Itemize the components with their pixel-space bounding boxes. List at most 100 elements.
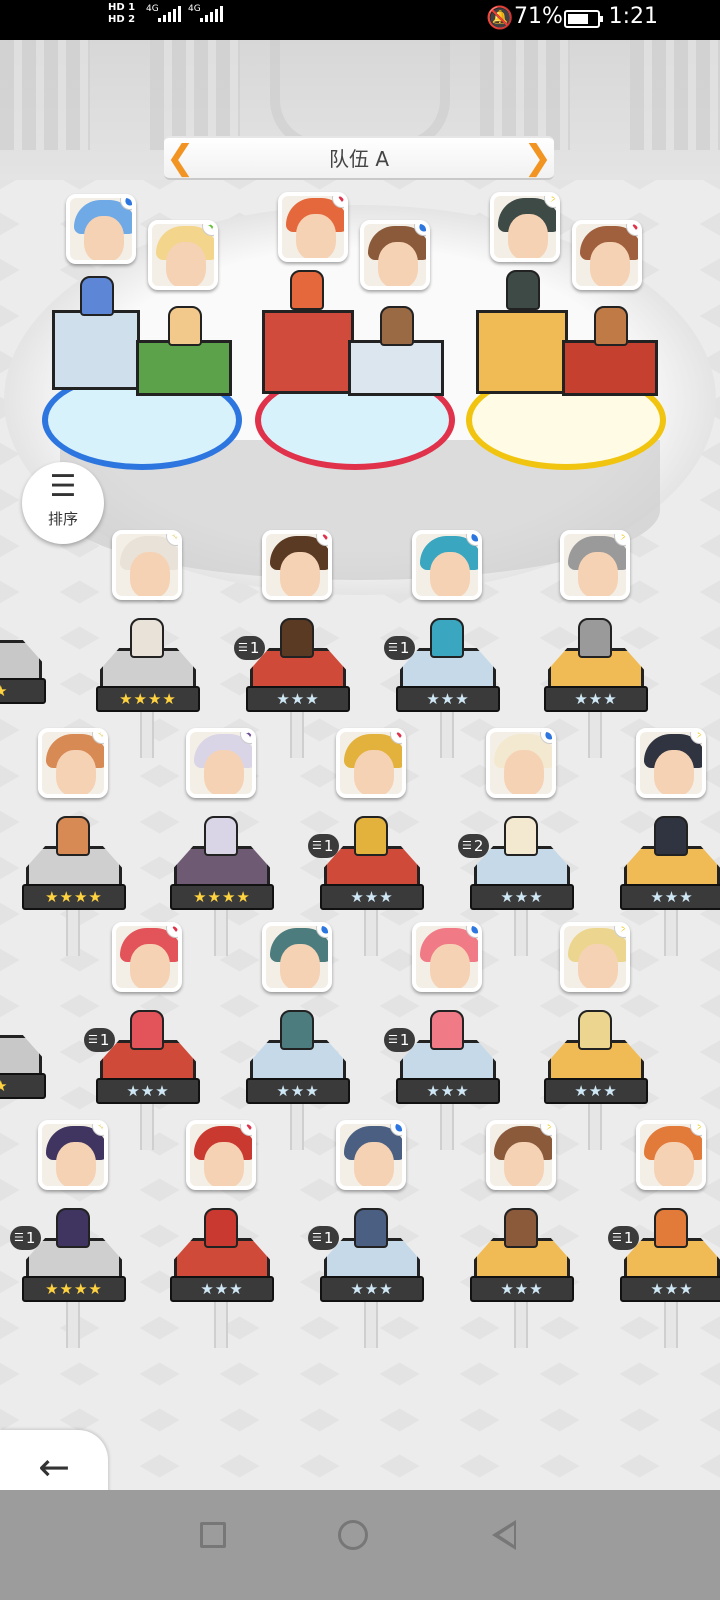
team-block-1[interactable]: [52, 310, 140, 390]
character-pedestal[interactable]: ★★★★: [22, 1208, 126, 1348]
pedestal-pole: [440, 1104, 454, 1150]
character-portrait[interactable]: ⚡: [560, 530, 630, 600]
pedestal-pole: [140, 712, 154, 758]
character-pedestal[interactable]: ★★★: [396, 1010, 500, 1150]
pedestal-pole: [664, 910, 678, 956]
character-portrait[interactable]: ✧: [38, 728, 108, 798]
team-member-portrait-4[interactable]: ●: [360, 220, 430, 290]
character-portrait[interactable]: ♦: [336, 728, 406, 798]
character-pedestal[interactable]: ★★★: [544, 1010, 648, 1150]
character-pedestal[interactable]: ★★★★: [22, 816, 126, 956]
character-sprite: [654, 816, 688, 856]
portrait-face: [204, 750, 244, 794]
character-portrait[interactable]: ✧: [112, 530, 182, 600]
chevron-left-icon[interactable]: ❮: [166, 140, 195, 176]
character-portrait[interactable]: ●: [486, 728, 556, 798]
pedestal-pole: [588, 1104, 602, 1150]
character-sprite: [504, 816, 538, 856]
character-pedestal[interactable]: ★★★: [246, 618, 350, 758]
portrait-face: [354, 1142, 394, 1186]
team-sprite-6: [594, 306, 628, 346]
character-sprite: [578, 618, 612, 658]
character-pedestal[interactable]: ★★★: [320, 1208, 424, 1348]
triangle-back-icon[interactable]: [480, 1510, 530, 1560]
character-portrait[interactable]: ✦: [186, 728, 256, 798]
star-rating: ★★★: [396, 1078, 500, 1104]
battery-percent: 71%: [514, 4, 563, 29]
character-pedestal[interactable]: ★★★: [170, 1208, 274, 1348]
character-sprite: [56, 1208, 90, 1248]
sort-button[interactable]: ☰ 排序: [22, 462, 104, 544]
character-portrait[interactable]: ⚡: [636, 1120, 706, 1190]
star-rating: ★★★: [544, 686, 648, 712]
team-member-portrait-1[interactable]: ●: [66, 194, 136, 264]
team-block-2[interactable]: [136, 340, 232, 396]
character-portrait[interactable]: ●: [412, 530, 482, 600]
team-sprite-5: [506, 270, 540, 310]
team-block-5[interactable]: [476, 310, 568, 394]
character-pedestal[interactable]: ★★★: [246, 1010, 350, 1150]
roster-edge-left-1[interactable]: ★★: [0, 640, 46, 710]
team-member-portrait-6[interactable]: ♦: [572, 220, 642, 290]
stack-icon: ☰: [312, 839, 322, 852]
character-portrait[interactable]: ♦: [262, 530, 332, 600]
character-portrait[interactable]: ♦: [186, 1120, 256, 1190]
portrait-face: [56, 750, 96, 794]
character-pedestal[interactable]: ★★★: [396, 618, 500, 758]
pedestal-pole: [66, 1302, 80, 1348]
pedestal-pole: [514, 1302, 528, 1348]
team-member-portrait-3[interactable]: ♦: [278, 192, 348, 262]
square-icon[interactable]: [188, 1510, 238, 1560]
pedestal-pole: [664, 1302, 678, 1348]
sort-label: 排序: [47, 510, 78, 528]
character-portrait[interactable]: ●: [336, 1120, 406, 1190]
character-pedestal[interactable]: ★★★: [620, 1208, 720, 1348]
duplicate-count: 1: [399, 639, 410, 657]
team-member-portrait-2[interactable]: ✦: [148, 220, 218, 290]
circle-icon[interactable]: [328, 1510, 378, 1560]
character-pedestal[interactable]: ★★★: [470, 1208, 574, 1348]
team-member-portrait-5[interactable]: ⚡: [490, 192, 560, 262]
portrait-face: [578, 552, 618, 596]
team-sprite-1: [80, 276, 114, 316]
character-portrait[interactable]: ♦: [112, 922, 182, 992]
character-pedestal[interactable]: ★★★: [470, 816, 574, 956]
star-rating: ★★★: [246, 1078, 350, 1104]
duplicate-count: 1: [25, 1229, 36, 1247]
team-block-3[interactable]: [262, 310, 354, 394]
character-portrait[interactable]: ⚡: [486, 1120, 556, 1190]
stack-icon: ☰: [612, 1231, 622, 1244]
network-label-1: HD 1: [108, 2, 136, 13]
character-pedestal[interactable]: ★★★: [620, 816, 720, 956]
character-sprite: [430, 618, 464, 658]
pedestal-pole: [364, 910, 378, 956]
team-block-6[interactable]: [562, 340, 658, 396]
character-portrait[interactable]: ●: [262, 922, 332, 992]
team-selector[interactable]: ❮ 队伍 A ❯: [164, 136, 554, 180]
character-pedestal[interactable]: ★★★: [96, 1010, 200, 1150]
team-block-4[interactable]: [348, 340, 444, 396]
character-sprite: [130, 618, 164, 658]
star-rating: ★★★★: [22, 884, 126, 910]
bell-off-icon: 🔕: [486, 6, 514, 31]
character-pedestal[interactable]: ★★★: [544, 618, 648, 758]
portrait-face: [296, 214, 336, 258]
chevron-right-icon[interactable]: ❯: [524, 140, 553, 176]
duplicate-count-badge: ☰ 1: [608, 1226, 640, 1250]
character-portrait[interactable]: ⚡: [636, 728, 706, 798]
game-screen: ❮ 队伍 A ❯ ●✦♦●⚡♦ ☰ 排序 ★★ ★★ ✧★★★★♦★★★☰1●★…: [0, 40, 720, 1490]
character-pedestal[interactable]: ★★★★: [96, 618, 200, 758]
back-button[interactable]: ← 返回: [0, 1430, 108, 1490]
character-portrait[interactable]: ✧: [38, 1120, 108, 1190]
character-pedestal[interactable]: ★★★: [320, 816, 424, 956]
roster-edge-left-3[interactable]: ★★: [0, 1035, 46, 1105]
character-portrait[interactable]: ⚡: [560, 922, 630, 992]
portrait-face: [378, 242, 418, 286]
character-pedestal[interactable]: ★★★★: [170, 816, 274, 956]
character-portrait[interactable]: ●: [412, 922, 482, 992]
duplicate-count-badge: ☰ 1: [10, 1226, 42, 1250]
arrow-left-icon: ←: [38, 1445, 70, 1489]
portrait-face: [508, 214, 548, 258]
duplicate-count-badge: ☰ 1: [308, 834, 340, 858]
pedestal-pole: [214, 910, 228, 956]
